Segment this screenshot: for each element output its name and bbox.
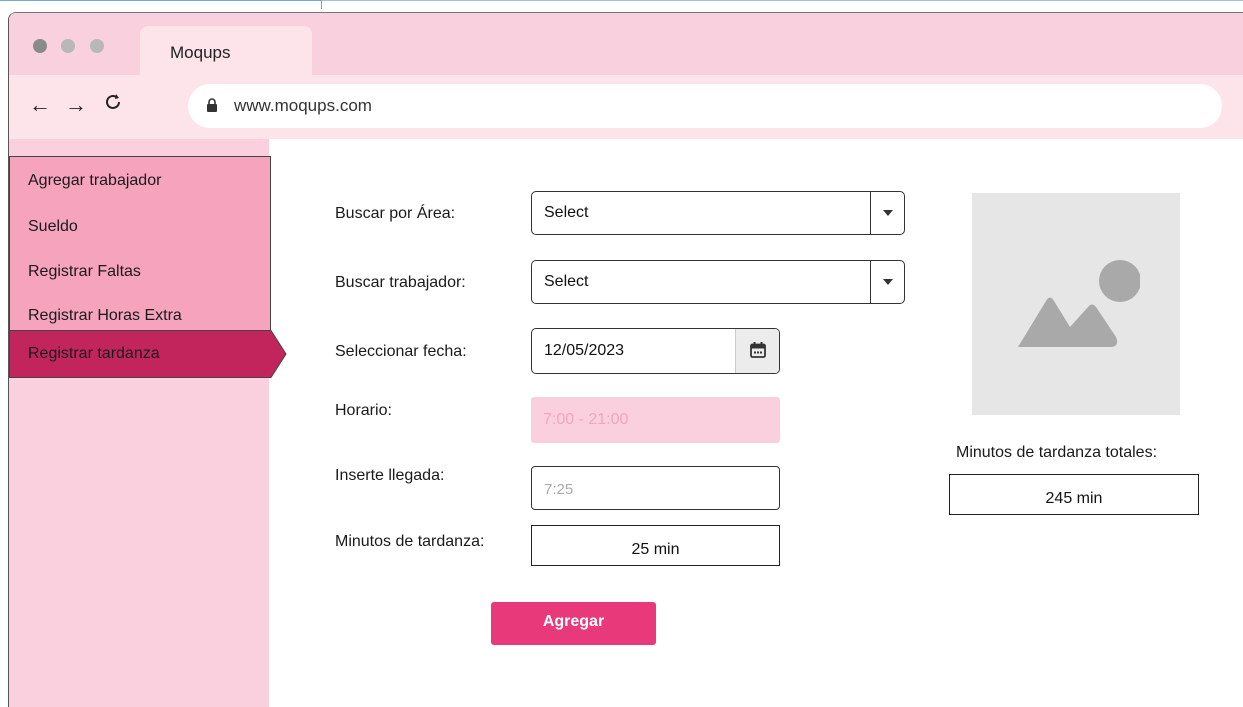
lock-icon [206,98,218,112]
browser-window: Moqups ← → www.moqups.com Agregar trabaj… [8,12,1243,707]
sidebar-item-registrar-tardanza[interactable]: Registrar tardanza [9,330,287,378]
sidebar: Agregar trabajador Sueldo Registrar Falt… [9,139,287,707]
sidebar-item-sueldo[interactable]: Sueldo [28,218,78,236]
title-bar: Moqups [9,13,1243,76]
late-minutes-value: 25 min [631,541,680,558]
area-label: Buscar por Área: [335,205,456,222]
navigation-bar: ← → www.moqups.com [9,75,1243,139]
area-select-value: Select [544,204,589,221]
chevron-down-icon[interactable] [870,192,904,234]
worker-select[interactable]: Select [531,260,905,304]
total-late-label: Minutos de tardanza totales: [956,444,1158,461]
arrival-input[interactable]: 7:25 [531,466,780,510]
date-field[interactable]: 12/05/2023 [531,328,780,374]
maximize-window-dot[interactable] [90,39,104,53]
image-icon [1018,260,1140,347]
browser-tab[interactable]: Moqups [140,26,312,76]
area-select[interactable]: Select [531,191,905,235]
date-label: Seleccionar fecha: [335,343,467,360]
tab-title: Moqups [170,43,231,62]
minimize-window-dot[interactable] [61,39,75,53]
selection-outline [0,0,322,9]
add-button[interactable]: Agregar [491,602,656,645]
sidebar-item-agregar-trabajador[interactable]: Agregar trabajador [28,172,161,190]
late-minutes-label: Minutos de tardanza: [335,533,485,550]
close-window-dot[interactable] [33,39,47,53]
selection-edge [322,0,1243,1]
schedule-field: 7:00 - 21:00 [531,397,780,443]
forward-arrow-icon[interactable]: → [65,94,87,116]
arrival-placeholder: 7:25 [544,481,574,498]
image-placeholder [972,193,1180,415]
reload-icon[interactable] [103,92,123,116]
page-content: Agregar trabajador Sueldo Registrar Falt… [9,139,1243,707]
total-late-value: 245 min [1045,490,1103,507]
late-minutes-field: 25 min [531,525,780,566]
address-bar[interactable]: www.moqups.com [188,84,1222,128]
schedule-label: Horario: [335,402,392,419]
sidebar-item-registrar-faltas[interactable]: Registrar Faltas [28,263,141,281]
back-arrow-icon[interactable]: ← [29,94,51,116]
total-late-field: 245 min [949,474,1199,515]
worker-label: Buscar trabajador: [335,274,466,291]
calendar-icon[interactable] [735,329,779,373]
chevron-down-icon[interactable] [870,261,904,303]
arrival-label: Inserte llegada: [335,467,445,484]
sidebar-item-label: Registrar tardanza [28,345,160,362]
url-text: www.moqups.com [234,96,372,115]
sidebar-item-registrar-horas-extra[interactable]: Registrar Horas Extra [28,307,182,325]
schedule-value: 7:00 - 21:00 [543,411,629,428]
date-value: 12/05/2023 [544,342,625,359]
worker-select-value: Select [544,273,589,290]
